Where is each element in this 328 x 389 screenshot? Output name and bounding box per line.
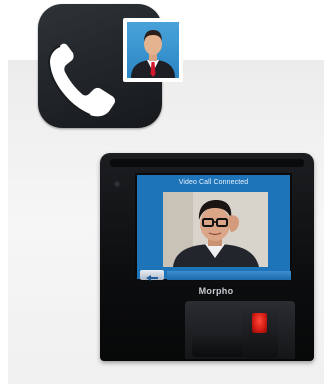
sensor-lip xyxy=(192,335,247,357)
page: Video Call Connected Morpho xyxy=(0,0,328,389)
fingerprint-light-icon xyxy=(252,313,267,333)
contact-photo xyxy=(123,18,183,82)
brand-label: Morpho xyxy=(198,286,234,296)
top-bezel xyxy=(110,159,304,167)
back-button[interactable] xyxy=(140,270,164,281)
back-arrow-icon xyxy=(146,275,158,281)
screen-title: Video Call Connected xyxy=(178,179,249,186)
phone-handset-icon xyxy=(47,43,116,117)
morpho-terminal: Video Call Connected Morpho xyxy=(100,153,314,361)
video-feed xyxy=(163,192,268,267)
screen-bottom-bar xyxy=(167,271,291,280)
caller-video-image xyxy=(163,192,268,267)
camera-icon xyxy=(113,180,121,188)
person-avatar-icon xyxy=(131,30,175,78)
device-screen: Video Call Connected xyxy=(135,173,292,281)
video-call-app-icon[interactable] xyxy=(38,4,183,128)
